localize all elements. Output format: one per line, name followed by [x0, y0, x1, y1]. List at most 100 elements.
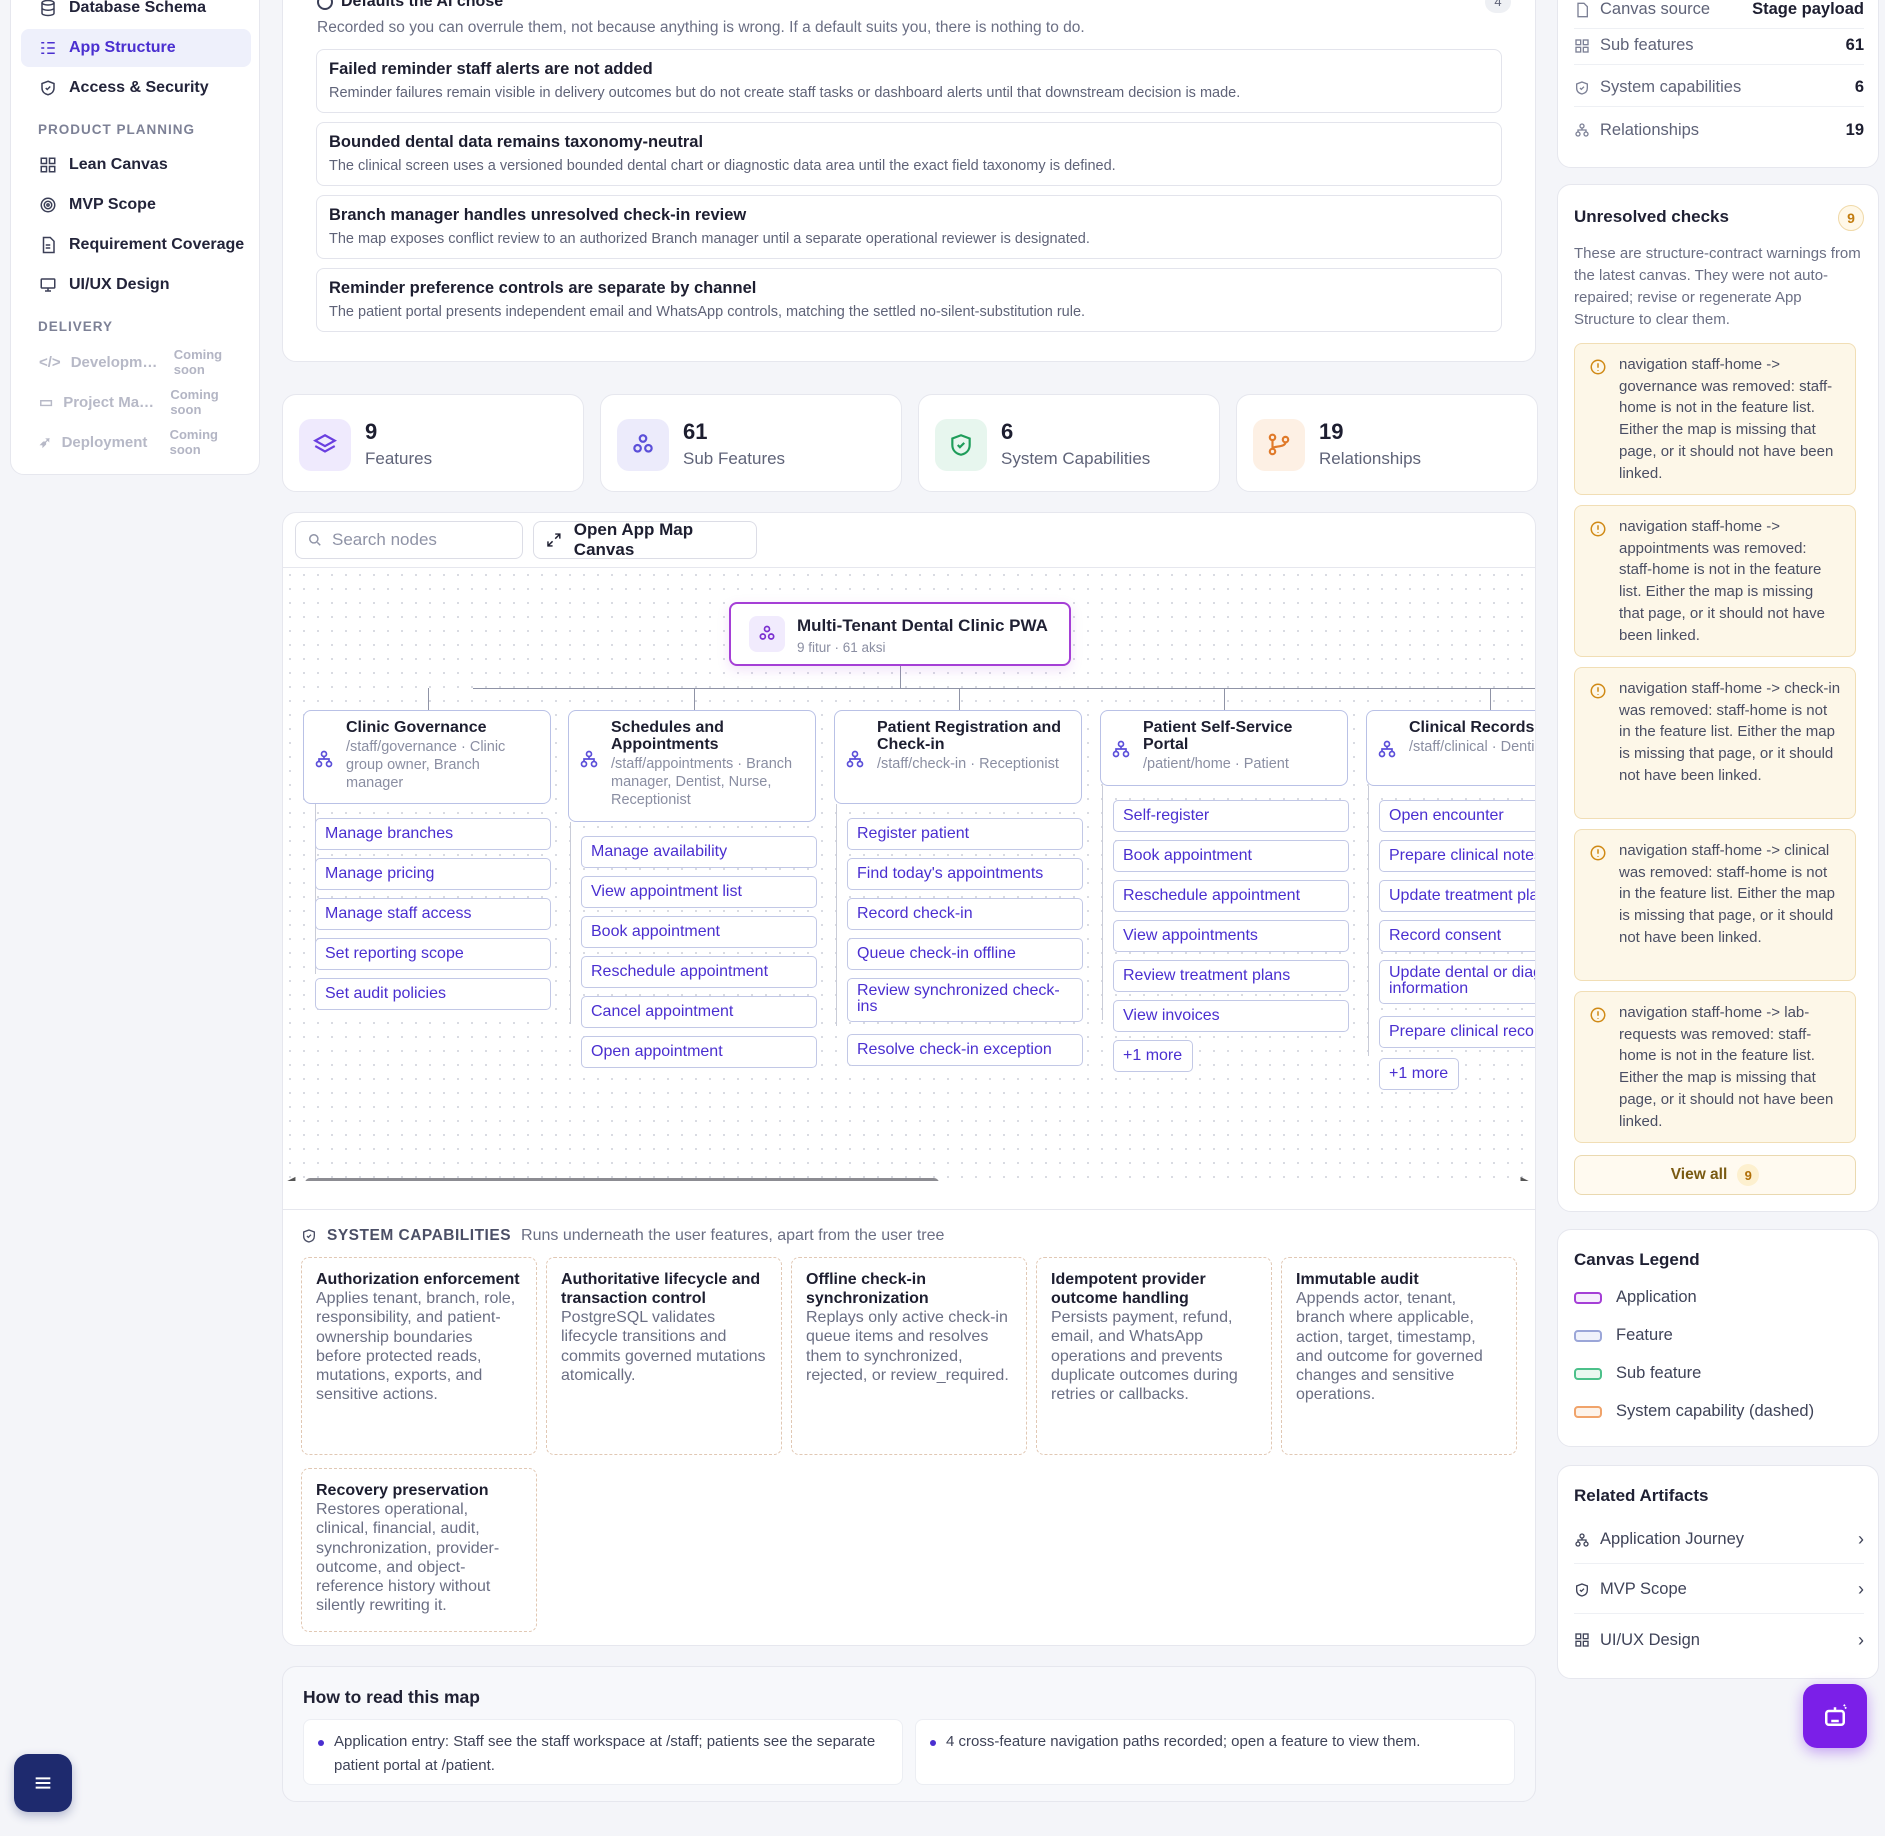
- sub-feature-node[interactable]: Find today's appointments: [847, 858, 1083, 890]
- sub-feature-node[interactable]: Book appointment: [581, 916, 817, 948]
- unresolved-count-badge: 9: [1838, 205, 1864, 231]
- sub-feature-node[interactable]: Update dental or diagnostic information: [1379, 960, 1535, 1004]
- stat-value: 19: [1319, 419, 1344, 444]
- horizontal-scrollbar[interactable]: ◀ ▶: [283, 1174, 1535, 1181]
- sub-feature-node[interactable]: Self-register: [1113, 800, 1349, 832]
- system-capability-card[interactable]: Offline check-in synchronization Replays…: [791, 1257, 1027, 1455]
- sub-feature-node[interactable]: Prepare clinical notes: [1379, 840, 1535, 872]
- system-capabilities-desc: Runs underneath the user features, apart…: [521, 1227, 945, 1244]
- feature-meta: /patient/home · Patient: [1143, 756, 1289, 772]
- related-item-application-journey[interactable]: Application Journey ›: [1574, 1516, 1864, 1564]
- row-value: Stage payload: [1752, 0, 1864, 18]
- sub-feature-node[interactable]: View appointment list: [581, 876, 817, 908]
- sub-feature-node[interactable]: Resolve check-in exception: [847, 1034, 1083, 1066]
- sub-feature-node[interactable]: Manage pricing: [315, 858, 551, 890]
- sidebar-item-app-structure[interactable]: App Structure: [21, 29, 251, 67]
- related-title: Related Artifacts: [1574, 1486, 1709, 1505]
- related-item-uiux-design[interactable]: UI/UX Design ›: [1574, 1616, 1864, 1664]
- menu-button[interactable]: [14, 1754, 72, 1812]
- sub-features-row: Sub features 61: [1574, 27, 1864, 65]
- related-item-mvp-scope[interactable]: MVP Scope ›: [1574, 1566, 1864, 1614]
- open-app-map-canvas-button[interactable]: Open App Map Canvas: [533, 520, 757, 559]
- app-map-panel: Search nodes Open App Map Canvas Multi-T…: [282, 512, 1536, 1646]
- sidebar: Database Schema App Structure Access & S…: [10, 0, 260, 475]
- sub-feature-node[interactable]: Update treatment plan: [1379, 880, 1535, 912]
- stat-value: 6: [1001, 419, 1014, 444]
- grid-icon: [1575, 1633, 1589, 1647]
- default-item[interactable]: Reminder preference controls are separat…: [316, 268, 1502, 332]
- feature-node-patient-portal[interactable]: Patient Self-Service Portal /patient/hom…: [1100, 710, 1348, 786]
- feature-node-clinical-records[interactable]: Clinical Records /staff/clinical · Denti…: [1366, 710, 1535, 786]
- legend-swatch: [1574, 1405, 1602, 1418]
- sub-feature-node[interactable]: Prepare clinical records: [1379, 1016, 1535, 1048]
- default-item[interactable]: Bounded dental data remains taxonomy-neu…: [316, 122, 1502, 186]
- sub-feature-node[interactable]: Review treatment plans: [1113, 960, 1349, 992]
- stat-label: Features: [365, 449, 433, 468]
- scrollbar-thumb[interactable]: [305, 1178, 939, 1181]
- sub-feature-node[interactable]: Set reporting scope: [315, 938, 551, 970]
- view-all-button[interactable]: View all 9: [1574, 1155, 1856, 1195]
- sub-feature-node[interactable]: Reschedule appointment: [581, 956, 817, 988]
- sidebar-item-access-security[interactable]: Access & Security: [21, 69, 251, 107]
- sub-feature-node[interactable]: Queue check-in offline: [847, 938, 1083, 970]
- alert-circle-icon: [1590, 845, 1606, 861]
- file-icon: [1577, 2, 1588, 17]
- system-capability-card[interactable]: Authoritative lifecycle and transaction …: [546, 1257, 782, 1455]
- sidebar-item-lean-canvas[interactable]: Lean Canvas: [21, 146, 251, 184]
- ai-assistant-button[interactable]: [1803, 1684, 1867, 1748]
- system-capability-card[interactable]: Recovery preservation Restores operation…: [301, 1468, 537, 1632]
- search-nodes-input[interactable]: Search nodes: [295, 521, 523, 559]
- scroll-right-arrow-icon[interactable]: ▶: [1521, 1174, 1529, 1181]
- default-item[interactable]: Failed reminder staff alerts are not add…: [316, 49, 1502, 113]
- network-icon: [1378, 740, 1396, 758]
- sub-feature-node[interactable]: Set audit policies: [315, 978, 551, 1010]
- coming-soon-badge: Coming soon: [173, 347, 223, 377]
- layers-icon: [299, 419, 351, 471]
- sub-feature-node[interactable]: Book appointment: [1113, 840, 1349, 872]
- sub-feature-node[interactable]: Manage availability: [581, 836, 817, 868]
- sub-feature-node[interactable]: Manage branches: [315, 818, 551, 850]
- sidebar-item-uiux-design[interactable]: UI/UX Design: [21, 266, 251, 304]
- sub-feature-node[interactable]: Reschedule appointment: [1113, 880, 1349, 912]
- git-branch-icon: [1253, 419, 1305, 471]
- sub-feature-node[interactable]: Manage staff access: [315, 898, 551, 930]
- info-icon: [317, 0, 333, 10]
- feature-node-patient-registration[interactable]: Patient Registration and Check-in /staff…: [834, 710, 1082, 804]
- chevron-right-icon: ›: [1858, 1529, 1864, 1549]
- sub-feature-node[interactable]: Register patient: [847, 818, 1083, 850]
- sub-feature-node[interactable]: Review synchronized check-ins: [847, 978, 1083, 1022]
- canvas-source-panel: Canvas source Stage payload Sub features…: [1557, 0, 1879, 168]
- divider: [283, 1209, 1535, 1210]
- sidebar-item-requirement-coverage[interactable]: Requirement Coverage: [21, 226, 251, 264]
- scroll-left-arrow-icon[interactable]: ◀: [287, 1174, 295, 1181]
- grid-icon: [1575, 38, 1589, 53]
- sub-feature-node[interactable]: Cancel appointment: [581, 996, 817, 1028]
- feature-node-clinic-governance[interactable]: Clinic Governance /staff/governance · Cl…: [303, 710, 551, 804]
- sidebar-item-database-schema[interactable]: Database Schema: [21, 0, 251, 27]
- feature-node-schedules-appointments[interactable]: Schedules and Appointments /staff/appoin…: [568, 710, 816, 822]
- default-item-title: Bounded dental data remains taxonomy-neu…: [329, 133, 704, 151]
- row-label: Sub features: [1600, 36, 1694, 54]
- default-item[interactable]: Branch manager handles unresolved check-…: [316, 195, 1502, 259]
- sub-feature-node[interactable]: Open encounter: [1379, 800, 1535, 832]
- sidebar-item-mvp-scope[interactable]: MVP Scope: [21, 186, 251, 224]
- grid-icon: [40, 157, 56, 173]
- more-sub-features-button[interactable]: +1 more: [1379, 1058, 1459, 1090]
- app-map-canvas[interactable]: Multi-Tenant Dental Clinic PWA 9 fitur ·…: [283, 567, 1535, 1181]
- sub-feature-node[interactable]: Record check-in: [847, 898, 1083, 930]
- sub-feature-node[interactable]: View appointments: [1113, 920, 1349, 952]
- system-capability-card[interactable]: Idempotent provider outcome handling Per…: [1036, 1257, 1272, 1455]
- view-all-label: View all: [1670, 1166, 1728, 1183]
- system-capability-card[interactable]: Immutable audit Appends actor, tenant, b…: [1281, 1257, 1517, 1455]
- application-root-node[interactable]: Multi-Tenant Dental Clinic PWA 9 fitur ·…: [729, 602, 1071, 666]
- system-capability-card[interactable]: Authorization enforcement Applies tenant…: [301, 1257, 537, 1455]
- related-label: UI/UX Design: [1600, 1630, 1700, 1649]
- sidebar-item-label: Access & Security: [69, 79, 209, 96]
- sub-feature-node[interactable]: Record consent: [1379, 920, 1535, 952]
- sidebar-item-development: </> Development Coming soon: [21, 343, 251, 381]
- more-sub-features-button[interactable]: +1 more: [1113, 1040, 1193, 1072]
- sub-feature-node[interactable]: Open appointment: [581, 1036, 817, 1068]
- sub-feature-node[interactable]: View invoices: [1113, 1000, 1349, 1032]
- row-value: 61: [1845, 36, 1864, 54]
- sidebar-item-deployment: ➶ Deployment Coming soon: [21, 423, 251, 461]
